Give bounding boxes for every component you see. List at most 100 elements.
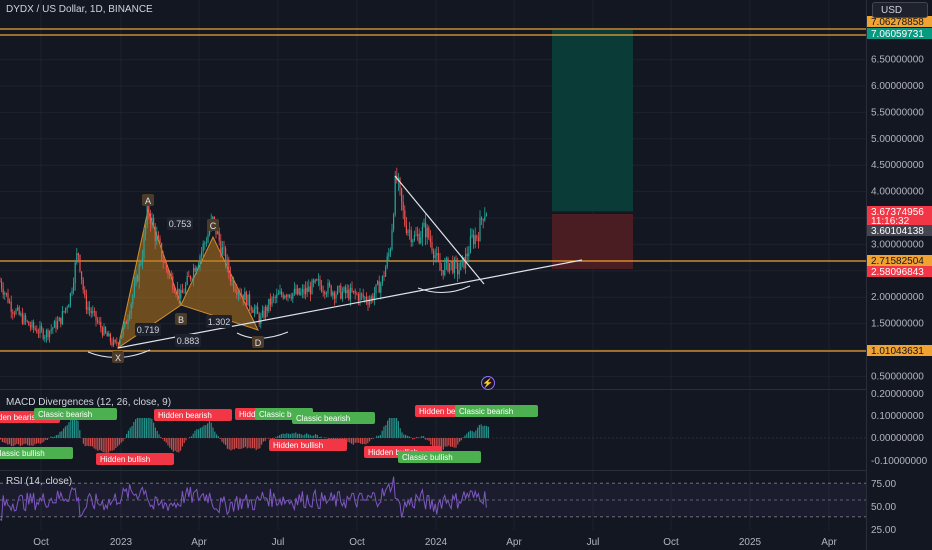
macd-bar	[46, 438, 48, 440]
macd-bar	[174, 438, 176, 451]
price-axis[interactable]: 6.50000000 6.00000000 5.50000000 5.00000000…	[867, 0, 932, 550]
candle	[407, 230, 409, 233]
macd-bar	[392, 418, 394, 438]
macd-bar	[50, 436, 52, 438]
profit-zone	[552, 30, 633, 212]
price-tick: 5.50000000	[871, 107, 924, 118]
candle	[317, 279, 319, 281]
macd-bar	[27, 438, 29, 446]
candle	[100, 322, 102, 329]
macd-bar	[7, 438, 9, 445]
macd-bar	[39, 438, 41, 444]
macd-bar	[5, 438, 7, 444]
macd-bar	[415, 437, 417, 438]
macd-bar	[279, 435, 281, 438]
macd-bar	[421, 435, 423, 438]
candle	[287, 294, 289, 297]
candle	[105, 327, 107, 333]
candle	[249, 294, 251, 307]
point-c: C	[210, 221, 217, 231]
macd-bar	[235, 438, 237, 449]
candle	[241, 294, 243, 296]
macd-bar	[9, 438, 11, 445]
candle	[401, 188, 403, 202]
candle	[381, 275, 383, 284]
macd-pane: Hidden bearishClassic bearishClassic bul…	[0, 405, 866, 465]
macd-bar	[324, 437, 326, 438]
macd-bar	[280, 434, 282, 438]
macd-bar	[23, 438, 25, 445]
macd-bar	[147, 418, 149, 438]
macd-bar	[43, 438, 45, 442]
candle	[301, 289, 303, 293]
candle	[119, 338, 121, 344]
candle	[420, 237, 422, 244]
macd-title[interactable]: MACD Divergences (12, 26, close, 9)	[6, 397, 171, 408]
macd-bar	[190, 436, 192, 438]
macd-bar	[417, 437, 419, 438]
macd-bar	[70, 418, 72, 438]
divergence-label: Classic be	[259, 410, 296, 419]
candle	[340, 285, 342, 299]
candle	[114, 339, 116, 342]
candle	[345, 287, 347, 294]
time-tick: Apr	[821, 537, 837, 548]
macd-bar	[401, 432, 403, 438]
candle	[305, 287, 307, 295]
macd-bar	[298, 433, 300, 438]
long-position-tool[interactable]	[552, 30, 633, 269]
time-tick: 2024	[425, 537, 448, 548]
candle	[324, 291, 326, 295]
lightning-icon[interactable]: ⚡	[481, 376, 495, 390]
candle	[183, 292, 185, 294]
candle	[228, 259, 230, 273]
macd-bar	[138, 418, 140, 438]
candle	[93, 311, 95, 313]
symbol-title[interactable]: DYDX / US Dollar, 1D, BINANCE	[6, 4, 153, 15]
currency-button[interactable]: USD	[872, 2, 928, 18]
candle	[425, 222, 427, 238]
candle	[196, 267, 198, 272]
macd-bar	[306, 433, 308, 438]
macd-bar	[315, 434, 317, 438]
candle	[282, 294, 284, 299]
macd-bar	[399, 428, 401, 438]
candle	[191, 278, 193, 280]
macd-bar	[28, 438, 30, 446]
macd-bar	[52, 436, 54, 438]
candle	[261, 310, 263, 317]
macd-bar	[167, 438, 169, 446]
candle	[229, 272, 231, 282]
macd-bar	[414, 438, 416, 440]
time-tick: 2025	[739, 537, 762, 548]
candle	[133, 283, 135, 296]
macd-bar	[18, 438, 20, 445]
macd-bar	[122, 438, 124, 442]
candle	[357, 294, 359, 301]
candle	[159, 238, 161, 244]
macd-bar	[469, 430, 471, 438]
candle	[162, 259, 164, 263]
trading-chart[interactable]: X A B C D 0.753 0.719 1.302 0.883 Hidden bearish…	[0, 0, 932, 550]
candle	[148, 204, 150, 214]
rsi-title[interactable]: RSI (14, close)	[6, 476, 72, 487]
price-tick: 6.00000000	[871, 81, 924, 92]
candle	[98, 321, 100, 323]
macd-bar	[405, 434, 407, 438]
candle	[237, 292, 239, 295]
candle	[319, 279, 321, 286]
candle	[388, 253, 390, 257]
candle	[386, 256, 388, 268]
macd-bar	[12, 438, 14, 447]
candle	[279, 291, 281, 294]
macd-bar	[257, 438, 259, 449]
candle	[359, 293, 361, 301]
macd-bar	[93, 438, 95, 449]
time-axis[interactable]: Oct 2023 Apr Jul Oct 2024 Apr Jul Oct 2025 Apr	[0, 531, 866, 550]
candle	[82, 279, 84, 290]
macd-bar	[91, 438, 93, 447]
candle	[188, 276, 190, 277]
macd-bar	[284, 433, 286, 438]
candle	[74, 262, 76, 284]
macd-bar	[54, 436, 56, 438]
